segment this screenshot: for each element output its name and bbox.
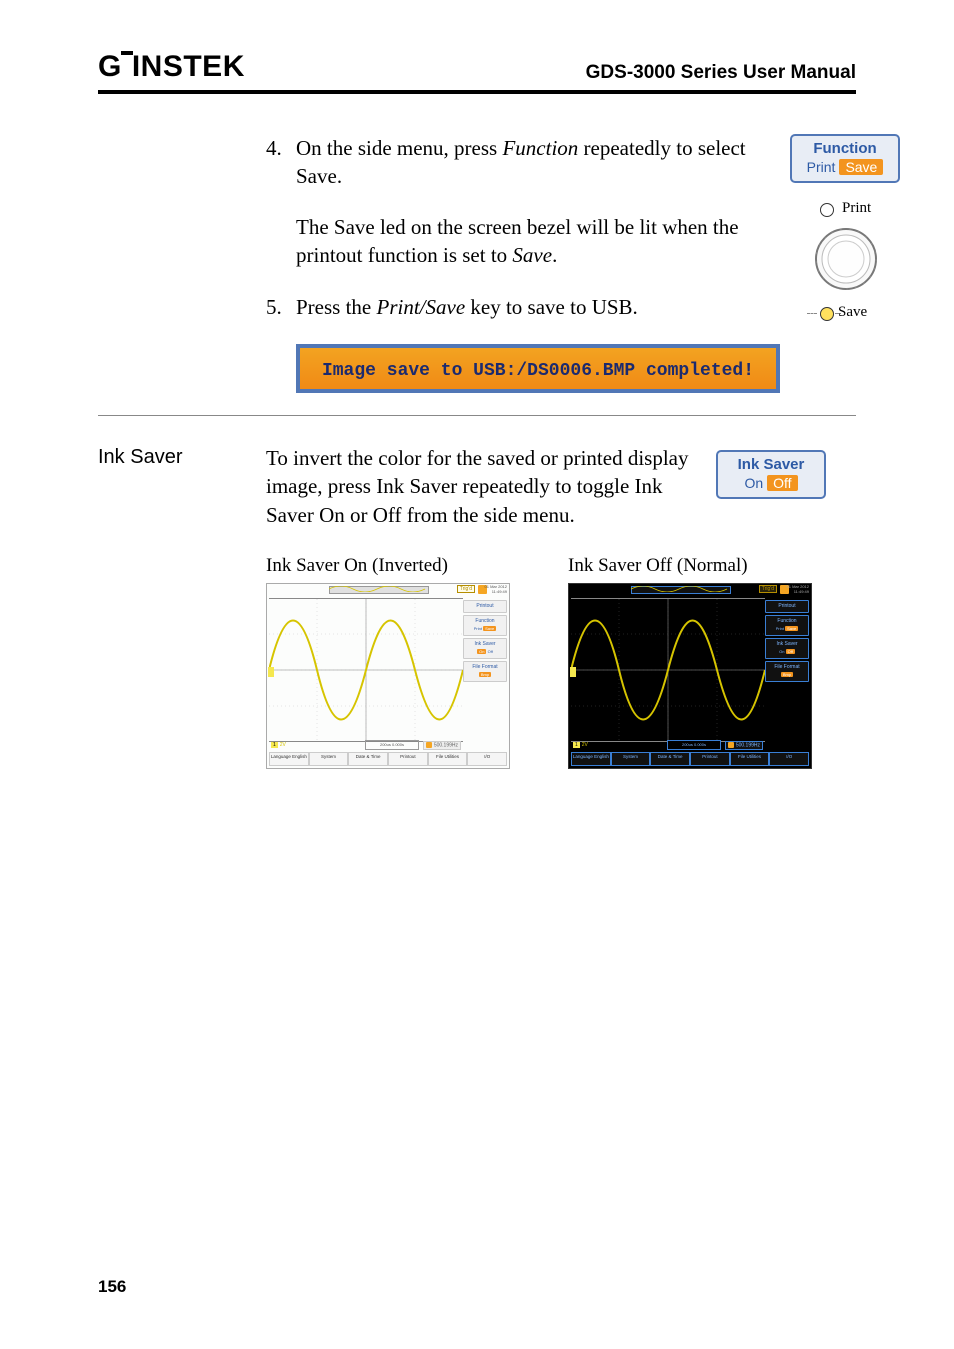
- save-led-icon: [820, 307, 834, 321]
- tab-io[interactable]: I/O: [769, 752, 809, 766]
- side-function[interactable]: FunctionPrint Save: [765, 615, 809, 636]
- ink-saver-heading: Ink Saver: [98, 444, 266, 469]
- print-save-dial[interactable]: Print Save: [790, 203, 900, 353]
- trigger-status: Trig'd: [457, 585, 475, 594]
- screenshots-row: Ink Saver On (Inverted) Trig'd 01 Mar 20…: [266, 553, 856, 769]
- page-number: 156: [98, 1277, 126, 1297]
- dial-knob-icon[interactable]: [814, 227, 878, 291]
- top-overview-wave-icon: [329, 586, 427, 592]
- tab-printout[interactable]: Printout: [690, 752, 730, 766]
- side-inksaver[interactable]: Ink SaverOn Off: [765, 638, 809, 659]
- side-printout[interactable]: Printout: [463, 600, 507, 613]
- side-fileformat[interactable]: File FormatBmp: [463, 661, 507, 682]
- waveform-plot: [269, 599, 463, 741]
- function-softkey[interactable]: Function Print Save: [790, 134, 900, 183]
- trigger-status: Trig'd: [759, 585, 777, 594]
- ink-saver-body: To invert the color for the saved or pri…: [266, 444, 706, 529]
- graticule-area: [571, 598, 765, 742]
- tab-system[interactable]: System: [611, 752, 651, 766]
- bottom-menu: Language English System Date & Time Prin…: [571, 752, 809, 766]
- save-led-label: Save: [838, 304, 867, 321]
- sample-rate: 500.199Hz: [423, 741, 461, 750]
- image-save-message: Image save to USB:/DS0006.BMP completed!: [322, 361, 754, 381]
- timebase-info: 200us 0.000s: [365, 740, 419, 750]
- tab-language[interactable]: Language English: [269, 752, 309, 766]
- step-5: 5. Press the Print/Save key to save to U…: [266, 293, 780, 321]
- page-header: G INSTEK GDS-3000 Series User Manual: [98, 50, 856, 94]
- dial-knob-svg: [814, 227, 878, 291]
- tab-io[interactable]: I/O: [467, 752, 507, 766]
- step-4-text: On the side menu, press Function repeate…: [296, 134, 780, 191]
- section-divider: [98, 415, 856, 416]
- side-printout[interactable]: Printout: [765, 600, 809, 613]
- graticule-area: [269, 598, 463, 742]
- step-4: 4. On the side menu, press Function repe…: [266, 134, 780, 191]
- channel-info: 12V: [573, 742, 588, 750]
- brand-g: G: [98, 50, 122, 84]
- ground-marker-icon: [570, 667, 576, 677]
- ground-marker-icon: [268, 667, 274, 677]
- side-function[interactable]: FunctionPrint Save: [463, 615, 507, 636]
- sample-rate: 500.199Hz: [725, 741, 763, 750]
- top-overview-wave-icon: [631, 586, 729, 592]
- waveform-plot: [571, 599, 765, 741]
- print-led-icon: [820, 203, 834, 217]
- brand-instek: INSTEK: [132, 50, 245, 84]
- step-4-row: 4. On the side menu, press Function repe…: [98, 134, 856, 393]
- channel-info: 12V: [271, 742, 286, 750]
- bottom-menu: Language English System Date & Time Prin…: [269, 752, 507, 766]
- manual-title: GDS-3000 Series User Manual: [586, 62, 856, 84]
- tab-printout[interactable]: Printout: [388, 752, 428, 766]
- brand-logo: G INSTEK: [98, 50, 245, 84]
- function-softkey-title: Function: [802, 140, 888, 157]
- scope-screen-normal: Trig'd 01 Mar 201211:49:49: [568, 583, 812, 769]
- date-time: 01 Mar 201211:49:49: [485, 584, 507, 594]
- step-4-note: The Save led on the screen bezel will be…: [296, 213, 780, 270]
- side-inksaver[interactable]: Ink SaverOn Off: [463, 638, 507, 659]
- side-fileformat[interactable]: File FormatBmp: [765, 661, 809, 682]
- logo-bridge-icon: [121, 51, 133, 55]
- step-5-text: Press the Print/Save key to save to USB.: [296, 293, 780, 321]
- print-led-label: Print: [842, 200, 871, 217]
- image-save-message-bar: Image save to USB:/DS0006.BMP completed!: [296, 344, 780, 393]
- tab-datetime[interactable]: Date & Time: [348, 752, 388, 766]
- ink-saver-softkey-title: Ink Saver: [728, 456, 814, 473]
- step-4-number: 4.: [266, 134, 296, 191]
- timebase-info: 200us 0.000s: [667, 740, 721, 750]
- inksaver-on-label: Ink Saver On (Inverted): [266, 553, 554, 579]
- step-5-number: 5.: [266, 293, 296, 321]
- tab-system[interactable]: System: [309, 752, 349, 766]
- tab-fileutil[interactable]: File Utilities: [730, 752, 770, 766]
- inksaver-off-label: Ink Saver Off (Normal): [568, 553, 856, 579]
- side-menu: Printout FunctionPrint Save Ink SaverOn …: [765, 598, 809, 742]
- tab-fileutil[interactable]: File Utilities: [428, 752, 468, 766]
- scope-screen-inverted: Trig'd 01 Mar 201211:49:49: [266, 583, 510, 769]
- function-print-option: Print: [807, 159, 836, 175]
- tab-datetime[interactable]: Date & Time: [650, 752, 690, 766]
- ink-saver-row: Ink Saver To invert the color for the sa…: [98, 444, 856, 529]
- ink-saver-softkey[interactable]: Ink Saver On Off: [716, 450, 826, 499]
- tab-language[interactable]: Language English: [571, 752, 611, 766]
- function-save-option: Save: [839, 159, 883, 175]
- ink-saver-off-option: Off: [767, 475, 797, 491]
- side-menu: Printout FunctionPrint Save Ink SaverOn …: [463, 598, 507, 742]
- date-time: 01 Mar 201211:49:49: [787, 584, 809, 594]
- ink-saver-on-option: On: [744, 475, 763, 491]
